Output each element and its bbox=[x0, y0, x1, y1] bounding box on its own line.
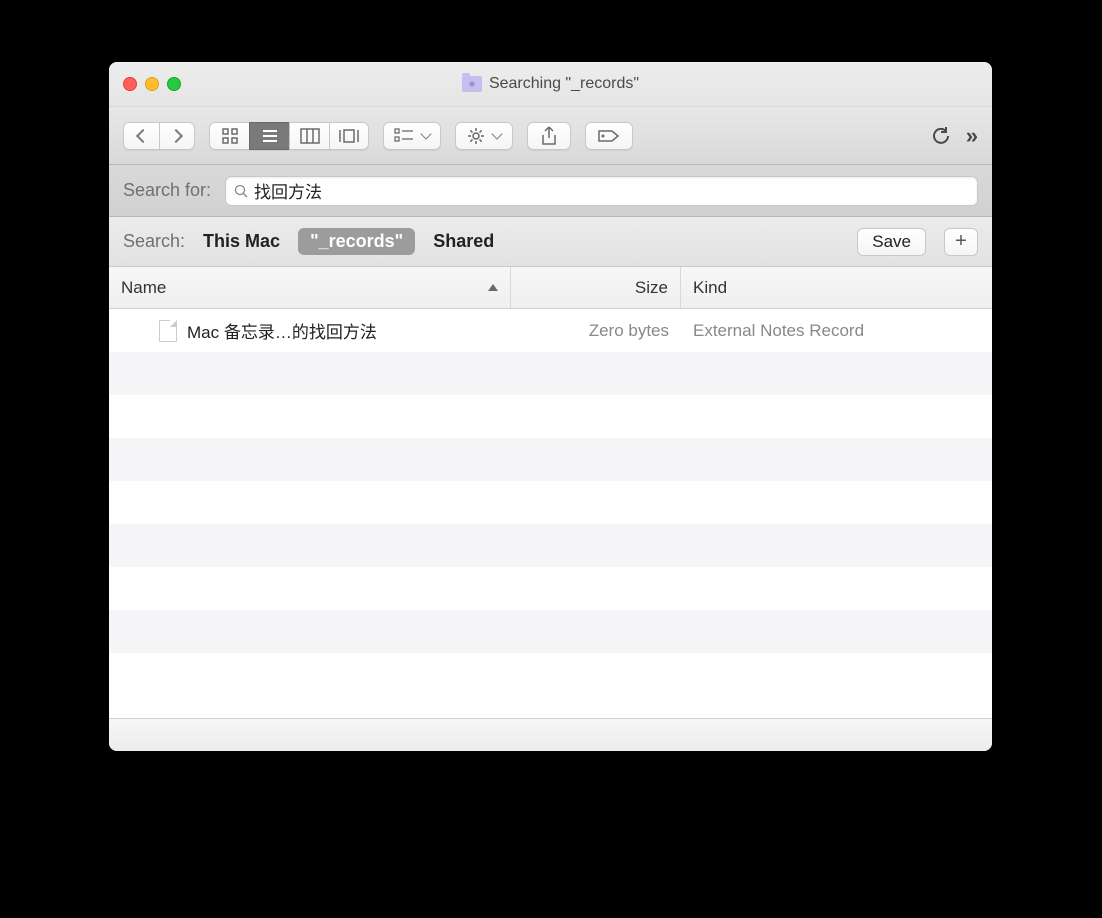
chevron-right-icon bbox=[168, 128, 182, 142]
chevron-left-icon bbox=[136, 128, 150, 142]
arrange-button[interactable] bbox=[383, 122, 441, 150]
column-view-button[interactable] bbox=[289, 122, 329, 150]
table-row bbox=[109, 352, 992, 395]
tag-icon bbox=[598, 128, 620, 144]
cell-size: Zero bytes bbox=[511, 321, 681, 341]
table-row bbox=[109, 567, 992, 610]
share-button[interactable] bbox=[527, 122, 571, 150]
scope-shared[interactable]: Shared bbox=[433, 231, 494, 252]
traffic-lights bbox=[123, 77, 181, 91]
icon-grid-icon bbox=[221, 127, 239, 145]
chevron-double-right-icon: » bbox=[966, 123, 978, 148]
col-size-label: Size bbox=[635, 278, 668, 298]
file-name: Mac 备忘录…的找回方法 bbox=[187, 318, 377, 343]
icon-view-button[interactable] bbox=[209, 122, 249, 150]
list-icon bbox=[260, 127, 280, 145]
col-name-label: Name bbox=[121, 278, 166, 298]
search-input-wrap[interactable] bbox=[225, 176, 978, 206]
scope-records[interactable]: "_records" bbox=[298, 228, 415, 255]
list-view-button[interactable] bbox=[249, 122, 289, 150]
close-button[interactable] bbox=[123, 77, 137, 91]
table-row bbox=[109, 438, 992, 481]
table-row bbox=[109, 395, 992, 438]
gallery-icon bbox=[338, 128, 360, 144]
minimize-button[interactable] bbox=[145, 77, 159, 91]
view-buttons bbox=[209, 122, 369, 150]
overflow-button[interactable]: » bbox=[966, 123, 978, 149]
back-button[interactable] bbox=[123, 122, 159, 150]
chevron-down-icon bbox=[420, 128, 431, 139]
save-button[interactable]: Save bbox=[857, 228, 926, 256]
document-icon bbox=[159, 320, 177, 342]
table-row bbox=[109, 524, 992, 567]
forward-button[interactable] bbox=[159, 122, 195, 150]
arrange-icon bbox=[394, 128, 414, 144]
titlebar[interactable]: Searching "_records" bbox=[109, 62, 992, 107]
window-title: Searching "_records" bbox=[489, 75, 639, 93]
col-kind-label: Kind bbox=[693, 278, 727, 298]
toolbar: » bbox=[109, 107, 992, 165]
reload-icon bbox=[930, 125, 952, 147]
results-list[interactable]: Mac 备忘录…的找回方法 Zero bytes External Notes … bbox=[109, 309, 992, 718]
col-header-name[interactable]: Name bbox=[109, 267, 511, 308]
scope-this-mac[interactable]: This Mac bbox=[203, 231, 280, 252]
cell-name: Mac 备忘录…的找回方法 bbox=[109, 318, 511, 343]
gear-icon bbox=[467, 127, 485, 145]
scope-label: Search: bbox=[123, 231, 185, 252]
table-row bbox=[109, 481, 992, 524]
search-icon bbox=[234, 184, 248, 198]
col-header-kind[interactable]: Kind bbox=[681, 267, 992, 308]
status-bar bbox=[109, 718, 992, 751]
plus-icon: + bbox=[955, 230, 967, 253]
tags-button[interactable] bbox=[585, 122, 633, 150]
chevron-down-icon bbox=[491, 128, 502, 139]
action-button[interactable] bbox=[455, 122, 513, 150]
nav-buttons bbox=[123, 122, 195, 150]
smart-folder-icon bbox=[462, 76, 482, 92]
sort-ascending-icon bbox=[488, 284, 498, 291]
search-input[interactable] bbox=[254, 181, 969, 201]
search-for-bar: Search for: bbox=[109, 165, 992, 217]
table-row[interactable]: Mac 备忘录…的找回方法 Zero bytes External Notes … bbox=[109, 309, 992, 352]
column-headers: Name Size Kind bbox=[109, 267, 992, 309]
zoom-button[interactable] bbox=[167, 77, 181, 91]
cell-kind: External Notes Record bbox=[681, 321, 992, 341]
share-icon bbox=[541, 126, 557, 146]
add-criteria-button[interactable]: + bbox=[944, 228, 978, 256]
scope-bar: Search: This Mac "_records" Shared Save … bbox=[109, 217, 992, 267]
reload-button[interactable] bbox=[930, 125, 952, 147]
gallery-view-button[interactable] bbox=[329, 122, 369, 150]
search-for-label: Search for: bbox=[123, 180, 211, 201]
columns-icon bbox=[300, 128, 320, 144]
finder-window: Searching "_records" bbox=[109, 62, 992, 751]
table-row bbox=[109, 610, 992, 653]
col-header-size[interactable]: Size bbox=[511, 267, 681, 308]
